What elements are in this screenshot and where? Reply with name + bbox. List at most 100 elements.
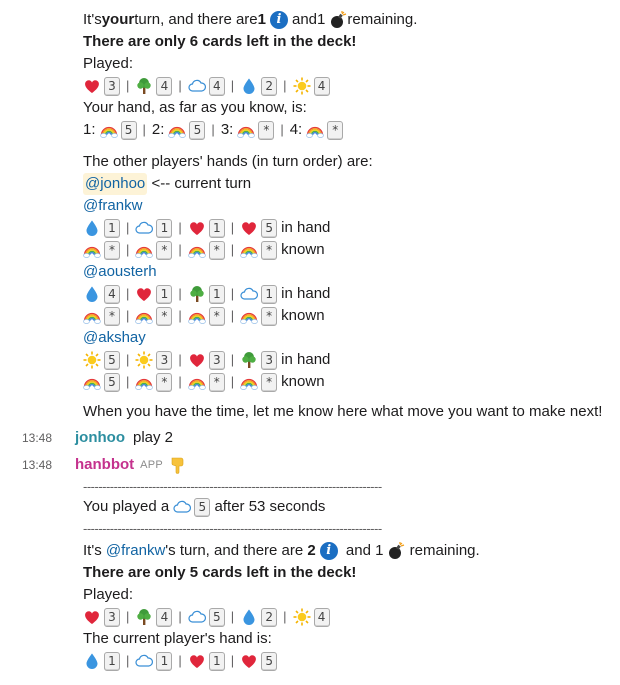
- card: 2: [240, 76, 278, 96]
- fuse-token-count: 1: [375, 542, 384, 559]
- card: 5: [188, 607, 225, 627]
- card-number-keycap: 1: [208, 651, 225, 671]
- card-number-keycap: *: [258, 120, 275, 140]
- card: 5: [240, 218, 278, 238]
- turn-text: It's: [83, 11, 102, 28]
- rainbow-icon: [187, 373, 206, 391]
- sender-name[interactable]: hanbbot: [75, 454, 134, 476]
- rainbow-icon: [135, 373, 154, 391]
- card: *: [240, 306, 278, 326]
- remaining-text: remaining.: [405, 542, 480, 559]
- card: 3: [188, 350, 225, 370]
- current-player-mention[interactable]: @jonhoo: [83, 173, 148, 195]
- cloud-icon: [135, 219, 154, 237]
- player-name[interactable]: @akshay: [83, 327, 146, 349]
- heart-icon: [188, 652, 206, 670]
- rainbow-icon: [306, 121, 325, 139]
- separator-line: ----------------------------------------…: [83, 479, 382, 494]
- tree-icon: [135, 77, 153, 95]
- card-number-keycap: *: [208, 240, 225, 260]
- card: 1: [135, 218, 173, 238]
- card: *: [187, 306, 225, 326]
- turn-status-line: It's your turn, and there are 1i and 1 r…: [83, 9, 417, 31]
- card-number-keycap: 1: [104, 651, 120, 671]
- heart-icon: [83, 608, 101, 626]
- player-mention[interactable]: @akshay: [83, 327, 146, 349]
- sun-icon: [293, 608, 311, 626]
- cloud-icon: [135, 652, 154, 670]
- deck-warning: There are only 5 cards left in the deck!: [83, 564, 357, 581]
- card-separator: |: [230, 653, 235, 668]
- card: 4: [188, 76, 225, 96]
- card-number-keycap: 5: [189, 120, 206, 140]
- card-separator: |: [230, 352, 235, 367]
- player-hand-row: 4 | 1 | 1 | 1 in hand: [83, 283, 330, 305]
- player-name[interactable]: @aousterh: [83, 261, 157, 283]
- player-mention[interactable]: @frankw: [83, 195, 142, 217]
- info-icon: i: [319, 542, 338, 560]
- card-number-keycap: *: [104, 240, 120, 260]
- info-token-count: 1: [257, 11, 266, 28]
- card: *: [135, 306, 173, 326]
- card: *: [240, 240, 278, 260]
- turn-player-mention[interactable]: @frankw: [106, 540, 165, 562]
- and-text: and: [341, 542, 376, 559]
- cloud-icon: [240, 285, 259, 303]
- card-number-keycap: *: [156, 372, 173, 392]
- card-separator: |: [283, 78, 287, 93]
- message-timestamp[interactable]: 13:48: [22, 427, 52, 449]
- turn-text-mid: 's turn, and there are: [165, 542, 308, 559]
- card: 5: [240, 651, 278, 671]
- card-separator: |: [283, 609, 287, 624]
- card-separator: |: [178, 609, 182, 624]
- current-turn-suffix: <-- current turn: [147, 175, 252, 192]
- card-separator: |: [126, 609, 130, 624]
- card-separator: |: [178, 220, 182, 235]
- card-separator: |: [126, 220, 130, 235]
- card-separator: |: [230, 286, 235, 301]
- player-known-row: * | * | * | * known: [83, 239, 325, 261]
- card-separator: |: [211, 122, 215, 137]
- fuse-token-count: 1: [317, 11, 326, 28]
- played-move-line: You played a 5 after 53 seconds: [83, 496, 325, 518]
- card-separator: |: [230, 220, 235, 235]
- card-number-keycap: 1: [156, 218, 173, 238]
- card: *: [237, 120, 275, 140]
- turn-status-line: It's @frankw's turn, and there are 2i an…: [83, 540, 480, 562]
- heart-icon: [240, 219, 258, 237]
- and-text: and: [291, 11, 318, 28]
- played-cards-row: 3 | 4 | 4 | 2 | 4: [83, 75, 330, 97]
- card-number-keycap: 5: [120, 120, 137, 140]
- message-timestamp[interactable]: 13:48: [22, 454, 52, 476]
- rainbow-icon: [83, 307, 101, 325]
- card-number-keycap: 1: [156, 284, 173, 304]
- player-mention[interactable]: @aousterh: [83, 261, 157, 283]
- heart-icon: [188, 351, 206, 369]
- rainbow-icon: [83, 241, 101, 259]
- card-separator: |: [126, 352, 130, 367]
- card-number-keycap: 1: [156, 651, 173, 671]
- info-icon: i: [269, 11, 288, 29]
- player-name[interactable]: @frankw: [83, 195, 142, 217]
- card-separator: |: [230, 374, 235, 389]
- hand-label: Your hand, as far as you know, is:: [83, 99, 307, 116]
- bot-message-header: hanbbot APP: [75, 454, 187, 476]
- card: *: [135, 240, 173, 260]
- card-number-keycap: 5: [261, 651, 278, 671]
- tree-icon: [240, 351, 258, 369]
- drop-icon: [240, 608, 258, 626]
- cloud-icon: [188, 77, 206, 95]
- card-number-keycap: 3: [104, 607, 120, 627]
- card: 3: [83, 607, 120, 627]
- sender-name[interactable]: jonhoo: [75, 427, 125, 449]
- card-number-keycap: 3: [156, 350, 173, 370]
- closing-message: When you have the time, let me know here…: [83, 403, 603, 420]
- card-separator: |: [142, 122, 146, 137]
- card-separator: |: [178, 78, 182, 93]
- heart-icon: [135, 285, 153, 303]
- pointing-down-icon: [169, 456, 187, 474]
- card-number-keycap: 5: [194, 497, 211, 517]
- card-separator: |: [230, 609, 235, 624]
- card-separator: |: [126, 78, 130, 93]
- bomb-icon: [387, 542, 405, 560]
